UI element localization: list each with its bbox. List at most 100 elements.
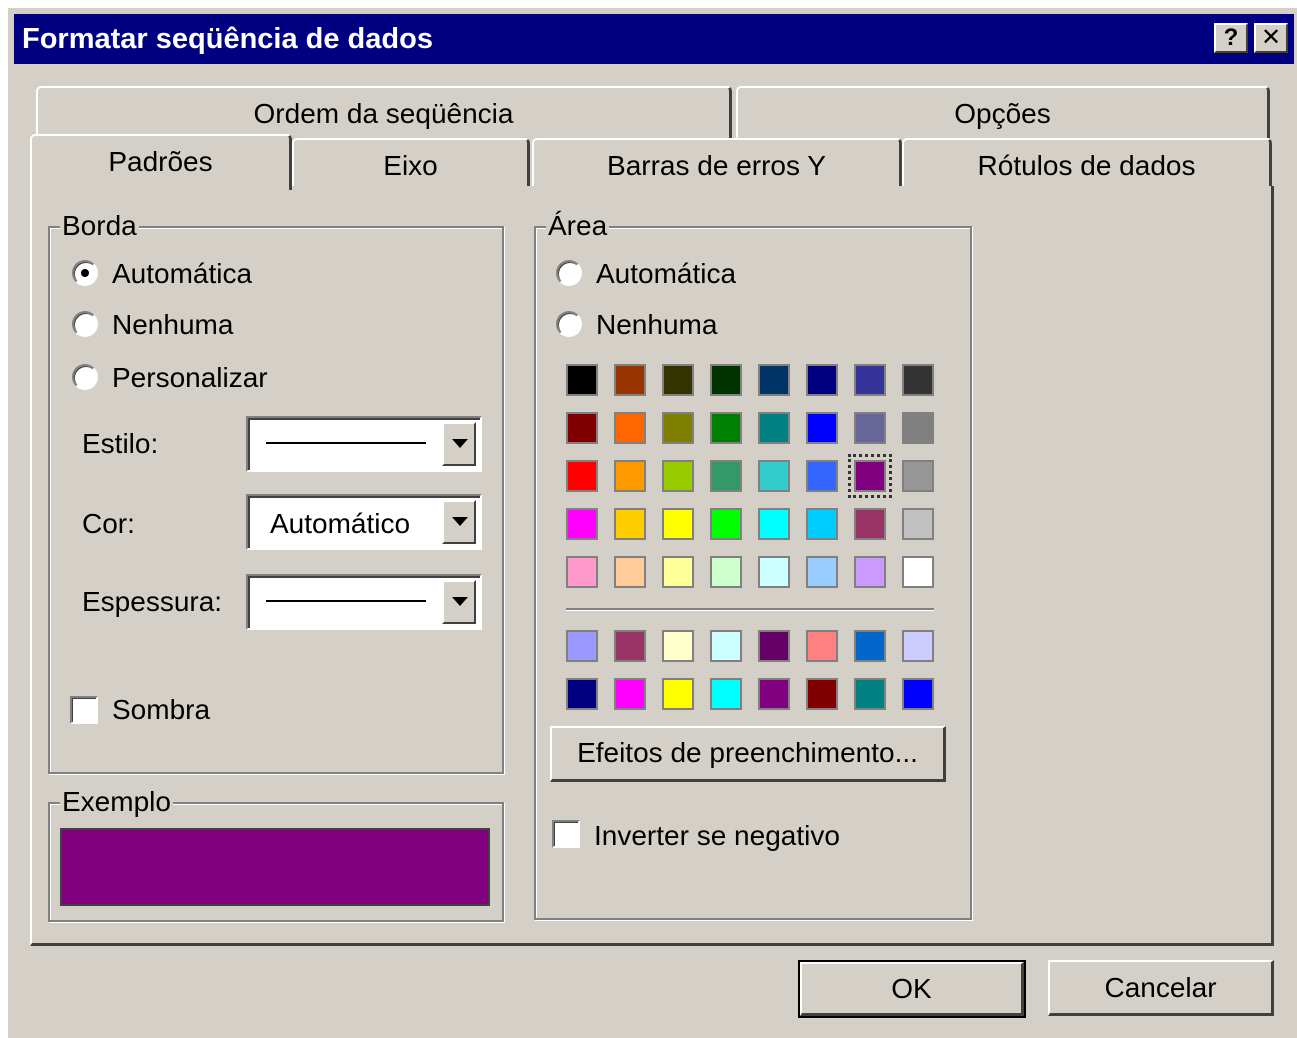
area-nenhuma-label: Nenhuma [596,309,718,340]
tab-padroes[interactable]: Padrões [30,134,292,190]
cor-value: Automático [270,508,411,539]
color-swatch[interactable] [566,678,598,710]
color-swatch[interactable] [614,556,646,588]
color-swatch[interactable] [854,364,886,396]
color-swatch[interactable] [902,412,934,444]
color-swatch[interactable] [806,364,838,396]
inverter-se-negativo-checkbox[interactable] [552,820,580,848]
color-swatch[interactable] [758,678,790,710]
tab-eixo[interactable]: Eixo [292,138,530,188]
color-swatch[interactable] [854,412,886,444]
color-swatch[interactable] [902,556,934,588]
tab-rotulos-de-dados[interactable]: Rótulos de dados [902,138,1272,188]
color-swatch[interactable] [614,508,646,540]
color-swatch[interactable] [806,556,838,588]
color-swatch[interactable] [806,508,838,540]
color-swatch[interactable] [662,412,694,444]
color-swatch[interactable] [566,460,598,492]
exemplo-preview [60,828,490,906]
color-swatch[interactable] [854,678,886,710]
color-swatch[interactable] [566,556,598,588]
color-swatch[interactable] [662,460,694,492]
color-swatch[interactable] [710,412,742,444]
color-swatch[interactable] [758,364,790,396]
color-swatch[interactable] [758,630,790,662]
radio-dot [72,260,98,286]
chevron-down-icon[interactable] [442,422,476,466]
radio-dot [72,364,98,390]
tab-ordem-da-sequencia[interactable]: Ordem da seqüência [36,86,732,138]
close-button[interactable]: ✕ [1254,23,1288,53]
color-swatch[interactable] [662,364,694,396]
tab-barras-de-erros-y[interactable]: Barras de erros Y [532,138,902,188]
chevron-down-icon[interactable] [442,500,476,544]
ok-button[interactable]: OK [798,960,1026,1018]
cor-combo[interactable]: Automático [246,494,482,550]
color-swatch[interactable] [710,364,742,396]
tab-label: Eixo [383,150,438,181]
radio-dot [556,311,582,337]
chevron-down-icon[interactable] [442,580,476,624]
color-swatch[interactable] [758,460,790,492]
color-swatch[interactable] [854,630,886,662]
dialog-title: Formatar seqüência de dados [22,23,433,55]
color-swatch[interactable] [710,508,742,540]
color-swatch[interactable] [758,508,790,540]
palette-divider [566,608,934,611]
color-swatch[interactable] [614,412,646,444]
cor-label: Cor: [82,508,135,539]
line-style-preview [266,442,426,444]
color-swatch[interactable] [902,508,934,540]
tab-opcoes[interactable]: Opções [736,86,1270,138]
help-button[interactable]: ? [1214,23,1248,53]
radio-dot [72,311,98,337]
color-swatch[interactable] [848,454,892,498]
color-swatch[interactable] [710,678,742,710]
color-swatch[interactable] [758,412,790,444]
borda-nenhuma-label: Nenhuma [112,309,234,340]
color-swatch[interactable] [854,508,886,540]
color-swatch[interactable] [806,678,838,710]
color-swatch[interactable] [710,630,742,662]
color-swatch[interactable] [902,630,934,662]
borda-personalizar-label: Personalizar [112,362,268,393]
color-swatch[interactable] [902,364,934,396]
espessura-combo[interactable] [246,574,482,630]
radio-dot [556,260,582,286]
color-swatch[interactable] [614,460,646,492]
color-swatch[interactable] [614,630,646,662]
line-weight-preview [266,600,426,602]
cancel-button[interactable]: Cancelar [1048,960,1274,1016]
color-swatch[interactable] [662,678,694,710]
color-swatch[interactable] [566,364,598,396]
tab-label: Rótulos de dados [977,150,1196,181]
color-swatch[interactable] [614,678,646,710]
color-swatch[interactable] [758,556,790,588]
color-swatch[interactable] [710,460,742,492]
color-swatch[interactable] [902,678,934,710]
color-swatch[interactable] [662,556,694,588]
color-swatch[interactable] [806,630,838,662]
color-swatch[interactable] [854,556,886,588]
borda-legend: Borda [60,210,139,242]
tab-label: Ordem da seqüência [253,98,514,129]
espessura-label: Espessura: [82,586,223,617]
color-swatch[interactable] [710,556,742,588]
color-swatch[interactable] [902,460,934,492]
exemplo-legend: Exemplo [60,786,173,818]
estilo-combo[interactable] [246,416,482,472]
color-swatch[interactable] [566,508,598,540]
color-swatch[interactable] [662,508,694,540]
tab-label: Barras de erros Y [607,150,826,181]
color-swatch[interactable] [806,412,838,444]
color-swatch[interactable] [566,630,598,662]
sombra-checkbox[interactable] [70,696,98,724]
color-swatch[interactable] [662,630,694,662]
color-swatch[interactable] [566,412,598,444]
sombra-label: Sombra [112,694,211,725]
efeitos-de-preenchimento-button[interactable]: Efeitos de preenchimento... [550,726,946,782]
borda-automatica-label: Automática [112,258,253,289]
color-swatch[interactable] [806,460,838,492]
estilo-label: Estilo: [82,428,159,459]
color-swatch[interactable] [614,364,646,396]
